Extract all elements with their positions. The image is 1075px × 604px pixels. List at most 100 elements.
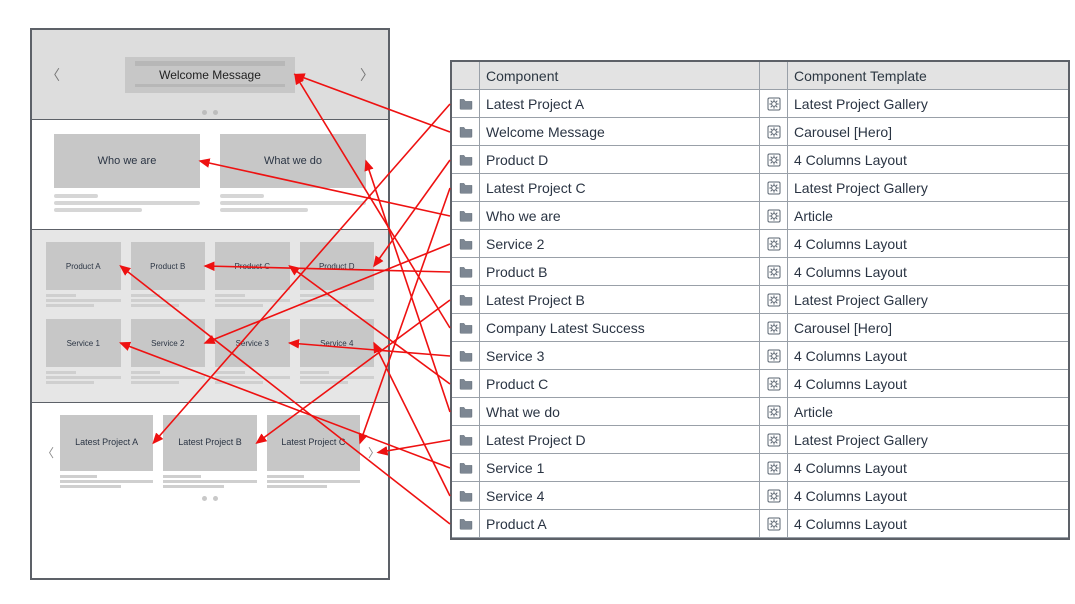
gear-icon <box>760 230 788 258</box>
carousel-dots <box>202 110 218 115</box>
gear-icon <box>760 426 788 454</box>
template-name: Latest Project Gallery <box>788 426 1068 454</box>
table-row: Product C 4 Columns Layout <box>452 370 1068 398</box>
component-name: Product D <box>480 146 760 174</box>
product-d-tile: Product D <box>300 242 375 290</box>
folder-icon <box>452 174 480 202</box>
template-name: Carousel [Hero] <box>788 118 1068 146</box>
template-name: 4 Columns Layout <box>788 510 1068 538</box>
hero-card: Welcome Message <box>125 57 295 93</box>
gallery-tile-a: Latest Project A <box>60 415 153 471</box>
template-name: Article <box>788 398 1068 426</box>
table-row: Product D 4 Columns Layout <box>452 146 1068 174</box>
folder-icon <box>452 398 480 426</box>
product-b-tile: Product B <box>131 242 206 290</box>
component-name: Product A <box>480 510 760 538</box>
gear-icon <box>760 510 788 538</box>
component-name: Product B <box>480 258 760 286</box>
template-name: Carousel [Hero] <box>788 314 1068 342</box>
gear-icon <box>760 370 788 398</box>
gear-icon <box>760 118 788 146</box>
articles-section: Who we are What we do <box>32 120 388 230</box>
gear-icon <box>760 146 788 174</box>
products-row: Product A Product B Product C Product D <box>46 242 374 309</box>
folder-icon <box>452 286 480 314</box>
template-name: 4 Columns Layout <box>788 146 1068 174</box>
table-row: Product B 4 Columns Layout <box>452 258 1068 286</box>
article-who-we-are: Who we are <box>54 134 200 188</box>
gear-icon <box>760 482 788 510</box>
gallery-tile-b: Latest Project B <box>163 415 256 471</box>
template-name: 4 Columns Layout <box>788 482 1068 510</box>
component-name: Latest Project D <box>480 426 760 454</box>
folder-icon <box>452 230 480 258</box>
gallery-section: 〈 Latest Project A Latest Project B Late… <box>32 403 388 505</box>
gear-icon <box>760 202 788 230</box>
gear-icon <box>760 286 788 314</box>
component-name: What we do <box>480 398 760 426</box>
table-row: Service 44 Columns Layout <box>452 482 1068 510</box>
product-a-tile: Product A <box>46 242 121 290</box>
folder-icon <box>452 510 480 538</box>
chevron-right-icon: 〉 <box>360 65 374 85</box>
component-name: Service 3 <box>480 342 760 370</box>
template-name: Article <box>788 202 1068 230</box>
folder-icon <box>452 202 480 230</box>
folder-icon <box>452 118 480 146</box>
gear-icon <box>760 90 788 118</box>
gear-icon <box>760 174 788 202</box>
gear-icon <box>760 314 788 342</box>
table-row: Service 24 Columns Layout <box>452 230 1068 258</box>
folder-icon <box>452 342 480 370</box>
table-row: Product A 4 Columns Layout <box>452 510 1068 538</box>
component-name: Service 1 <box>480 454 760 482</box>
template-name: Latest Project Gallery <box>788 286 1068 314</box>
fourcol-section: Product A Product B Product C Product D … <box>32 230 388 403</box>
component-name: Who we are <box>480 202 760 230</box>
component-name: Welcome Message <box>480 118 760 146</box>
gallery-tile-c: Latest Project C <box>267 415 360 471</box>
folder-icon <box>452 482 480 510</box>
component-name: Company Latest Success <box>480 314 760 342</box>
table-row: Who we are Article <box>452 202 1068 230</box>
table-row: Latest Project D Latest Project Gallery <box>452 426 1068 454</box>
folder-icon <box>452 90 480 118</box>
folder-icon <box>452 370 480 398</box>
chevron-right-icon: 〉 <box>368 444 378 461</box>
folder-icon <box>452 314 480 342</box>
component-name: Latest Project B <box>480 286 760 314</box>
table-header: Component Component Template <box>452 62 1068 90</box>
folder-icon <box>452 258 480 286</box>
service-2-tile: Service 2 <box>131 319 206 367</box>
table-row: Service 3 4 Columns Layout <box>452 342 1068 370</box>
template-name: 4 Columns Layout <box>788 370 1068 398</box>
gear-icon <box>760 342 788 370</box>
table-row: Service 1 4 Columns Layout <box>452 454 1068 482</box>
component-name: Service 2 <box>480 230 760 258</box>
template-name: 4 Columns Layout <box>788 454 1068 482</box>
folder-icon <box>452 146 480 174</box>
template-name: 4 Columns Layout <box>788 258 1068 286</box>
article-what-we-do: What we do <box>220 134 366 188</box>
services-row: Service 1 Service 2 Service 3 Service 4 <box>46 319 374 386</box>
table-row: Latest Project B Latest Project Gallery <box>452 286 1068 314</box>
template-name: Latest Project Gallery <box>788 90 1068 118</box>
service-3-tile: Service 3 <box>215 319 290 367</box>
template-name: Latest Project Gallery <box>788 174 1068 202</box>
hero-section: 〈 Welcome Message 〉 <box>32 30 388 120</box>
header-template: Component Template <box>788 62 1068 90</box>
service-1-tile: Service 1 <box>46 319 121 367</box>
header-component: Component <box>480 62 760 90</box>
hero-label: Welcome Message <box>159 68 261 82</box>
chevron-left-icon: 〈 <box>46 65 60 85</box>
table-row: Latest Project C Latest Project Gallery <box>452 174 1068 202</box>
template-name: 4 Columns Layout <box>788 342 1068 370</box>
component-name: Latest Project A <box>480 90 760 118</box>
gear-icon <box>760 258 788 286</box>
component-name: Product C <box>480 370 760 398</box>
wireframe-mock: 〈 Welcome Message 〉 Who we are What we d… <box>30 28 390 580</box>
chevron-left-icon: 〈 <box>42 444 52 461</box>
gear-icon <box>760 398 788 426</box>
component-name: Latest Project C <box>480 174 760 202</box>
table-row: Company Latest Success Carousel [Hero] <box>452 314 1068 342</box>
